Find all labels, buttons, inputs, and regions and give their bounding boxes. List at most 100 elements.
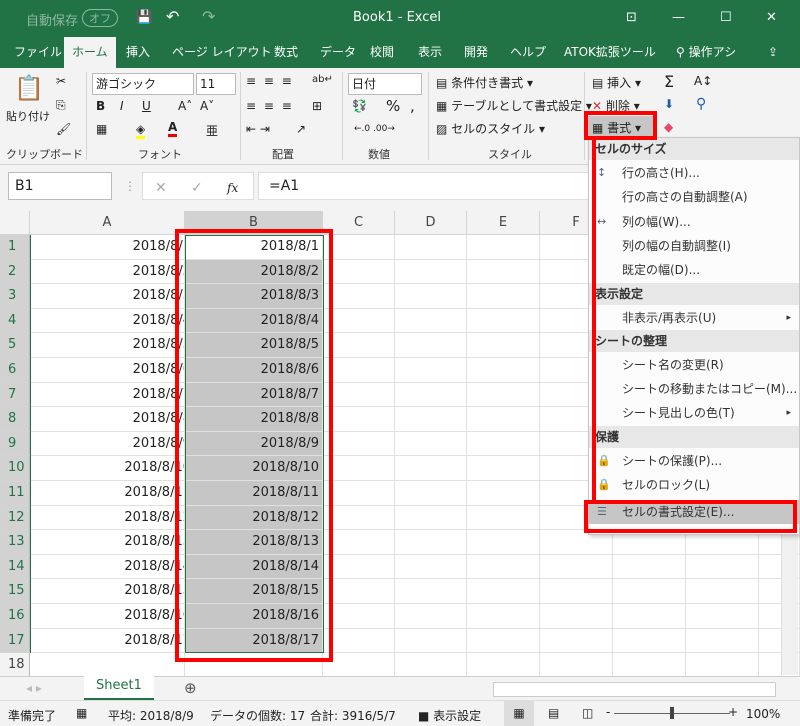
cell[interactable] (323, 431, 395, 457)
cell[interactable]: 2018/8/1 (30, 235, 185, 260)
minimize-button[interactable]: — (672, 10, 685, 25)
undo-icon[interactable]: ↶ (166, 7, 179, 26)
enter-icon[interactable]: ✓ (191, 178, 203, 198)
menu-item[interactable]: 既定の幅(D)... (589, 258, 799, 282)
cell[interactable] (395, 382, 467, 408)
menu-item[interactable]: 🔒 セルのロック(L) (589, 473, 799, 497)
tab-data[interactable]: データ (312, 37, 364, 68)
cell[interactable]: 2018/8/10 (30, 456, 185, 481)
cell[interactable]: 2018/8/8 (30, 407, 185, 432)
page-layout-view-icon[interactable]: ▤ (548, 706, 559, 720)
cell[interactable] (540, 554, 613, 580)
cell[interactable] (395, 653, 467, 678)
display-settings-button[interactable]: ■ 表示設定 (418, 707, 481, 724)
cell[interactable] (467, 554, 540, 580)
cell[interactable] (323, 554, 395, 580)
cell[interactable] (323, 308, 395, 334)
tab-insert[interactable]: 挿入 (118, 37, 158, 68)
cell[interactable]: 2018/8/15 (30, 579, 185, 604)
cell[interactable] (467, 308, 540, 334)
row-header[interactable]: 2 (0, 259, 30, 285)
underline-button[interactable]: U (142, 99, 151, 113)
number-format-select[interactable]: 日付 (348, 73, 422, 95)
autosave-toggle[interactable]: オフ (82, 9, 118, 27)
save-icon[interactable]: 💾 (136, 10, 152, 25)
zoom-in-button[interactable]: + (728, 705, 738, 719)
zoom-slider-thumb[interactable] (670, 707, 674, 719)
page-break-view-icon[interactable]: ◫ (582, 706, 593, 720)
autosum-button[interactable]: Σ (664, 72, 674, 91)
cell[interactable] (395, 456, 467, 481)
cell[interactable] (467, 505, 540, 531)
paste-icon[interactable]: 📋 (14, 74, 44, 102)
cell[interactable] (323, 333, 395, 358)
row-header[interactable]: 3 (0, 284, 30, 309)
cell[interactable] (395, 530, 467, 555)
cell[interactable] (395, 431, 467, 457)
font-size-select[interactable]: 11 (196, 73, 236, 95)
cell[interactable]: 2018/8/3 (30, 284, 185, 309)
redo-icon[interactable]: ↷ (202, 7, 215, 26)
tab-page-layout[interactable]: ページ レイアウト (164, 37, 280, 68)
cell[interactable] (613, 554, 686, 580)
row-header[interactable]: 14 (0, 554, 30, 580)
italic-button[interactable]: I (120, 99, 124, 113)
cell[interactable] (686, 554, 759, 580)
sheet-tab-sheet1[interactable]: Sheet1 (84, 676, 154, 700)
cell[interactable] (395, 481, 467, 506)
zoom-out-button[interactable]: - (606, 705, 610, 719)
menu-item[interactable]: ↕ 行の高さ(H)... (589, 161, 799, 185)
cell[interactable] (323, 259, 395, 285)
maximize-button[interactable]: ☐ (720, 10, 732, 25)
cell[interactable]: 2018/8/17 (30, 628, 185, 654)
row-header[interactable]: 15 (0, 579, 30, 604)
fill-color-icon[interactable]: ◈ (136, 122, 146, 139)
bold-button[interactable]: B (96, 99, 105, 113)
cell[interactable]: 2018/8/6 (30, 358, 185, 383)
cell[interactable] (540, 579, 613, 604)
decrease-font-icon[interactable]: A˅ (200, 99, 214, 113)
cell[interactable] (467, 333, 540, 358)
cell[interactable] (395, 235, 467, 260)
font-color-icon[interactable]: A (168, 120, 178, 137)
cell[interactable]: 2018/8/5 (30, 333, 185, 358)
add-sheet-icon[interactable]: ⊕ (184, 679, 197, 697)
align-horizontal-icons[interactable]: ≡ ≡ ≡ (246, 99, 294, 113)
cell[interactable] (323, 530, 395, 555)
row-header[interactable]: 11 (0, 481, 30, 506)
clear-icon[interactable]: ◆ (664, 120, 673, 134)
cell[interactable] (467, 382, 540, 408)
sort-filter-icon[interactable]: A↕ (694, 74, 712, 88)
cell[interactable] (467, 653, 540, 678)
indent-icons[interactable]: ⇤ ⇥ (246, 122, 270, 136)
cut-icon[interactable]: ✂ (56, 74, 66, 88)
cell[interactable] (395, 333, 467, 358)
cell[interactable] (613, 604, 686, 629)
cell[interactable] (323, 407, 395, 432)
menu-item[interactable]: ↔ 列の幅(W)... (589, 210, 799, 234)
cell[interactable] (467, 628, 540, 654)
cell[interactable] (323, 505, 395, 531)
menu-item[interactable]: 行の高さの自動調整(A) (589, 185, 799, 209)
tell-me[interactable]: ⚲ 操作アシ (668, 37, 744, 68)
phonetic-icon[interactable]: 亜 (206, 122, 218, 139)
cell[interactable]: 2018/8/4 (30, 308, 185, 334)
paste-button[interactable]: 貼り付け (6, 108, 50, 124)
tab-home[interactable]: ホーム (64, 37, 116, 68)
ribbon-display-icon[interactable]: ⊡ (626, 10, 637, 25)
cell[interactable] (395, 554, 467, 580)
cell[interactable] (467, 530, 540, 555)
cell[interactable] (323, 235, 395, 260)
cell[interactable] (395, 407, 467, 432)
column-header[interactable]: D (395, 211, 467, 235)
cell[interactable]: 2018/8/2 (30, 259, 185, 285)
fill-icon[interactable]: ⬇ (664, 97, 674, 111)
tab-developer[interactable]: 開発 (456, 37, 496, 68)
cell[interactable] (323, 604, 395, 629)
cell[interactable] (395, 604, 467, 629)
conditional-format-button[interactable]: ▤ 条件付き書式 ▾ (436, 74, 533, 91)
cell[interactable] (323, 456, 395, 481)
cell[interactable] (467, 259, 540, 285)
cell[interactable] (467, 358, 540, 383)
tab-help[interactable]: ヘルプ (502, 37, 554, 68)
